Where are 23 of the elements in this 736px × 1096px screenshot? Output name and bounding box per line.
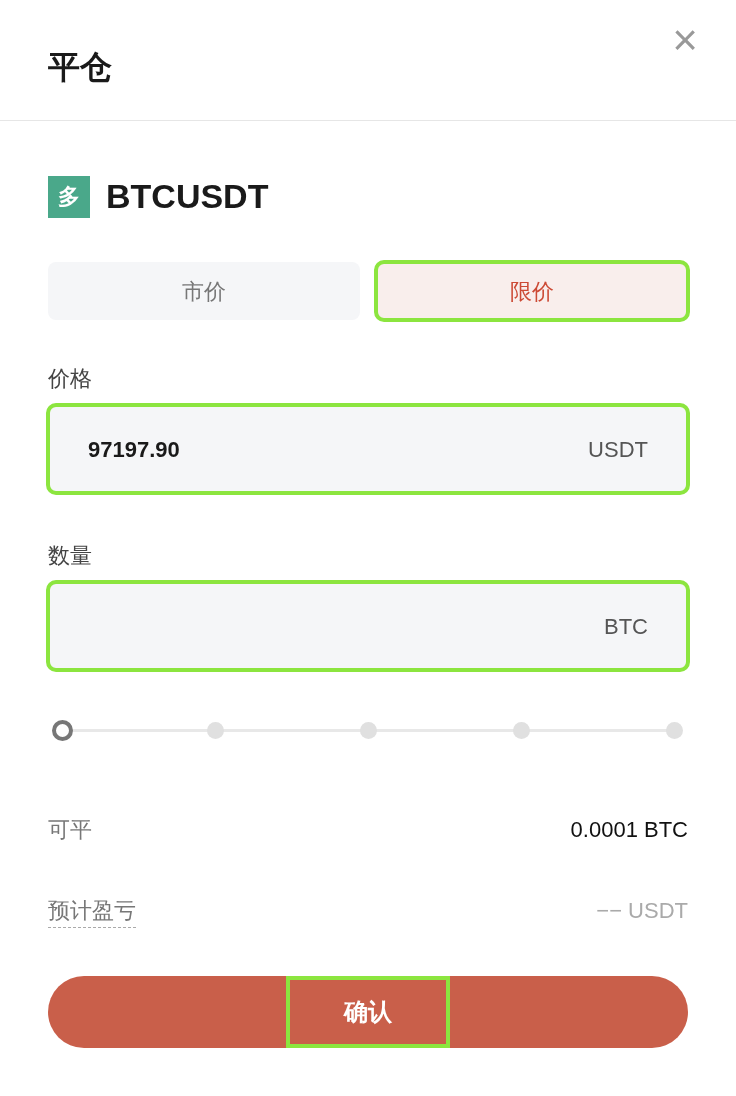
field-label: 数量 [48,542,93,570]
order-type-tab[interactable]: 限价 [376,262,688,320]
close-button[interactable]: × [672,18,698,62]
order-type-tab[interactable]: 市价 [48,262,360,320]
unit-text: BTC [604,612,648,641]
input-field[interactable]: BTC [48,582,688,670]
slider-step-dot[interactable] [360,722,377,739]
field-value[interactable]: 97197.90 [88,432,180,466]
side-badge: 多 [48,175,90,218]
field-label: 价格 [48,365,93,393]
slider-thumb[interactable] [52,720,73,741]
info-label: 可平 [48,816,92,844]
dialog-title: 平仓 [48,48,112,86]
slider-step-dot[interactable] [666,722,683,739]
unit-text: USDT [588,435,648,464]
symbol-text: BTCUSDT [106,176,269,217]
slider-step-dot[interactable] [207,722,224,739]
confirm-button[interactable]: 确认 [48,976,688,1048]
info-label: 预计盈亏 [48,894,136,928]
info-value: 0.0001 BTC [570,816,688,844]
slider-step-dot[interactable] [513,722,530,739]
info-value: −− USDT [596,897,688,925]
input-field[interactable]: 97197.90 USDT [48,405,688,493]
